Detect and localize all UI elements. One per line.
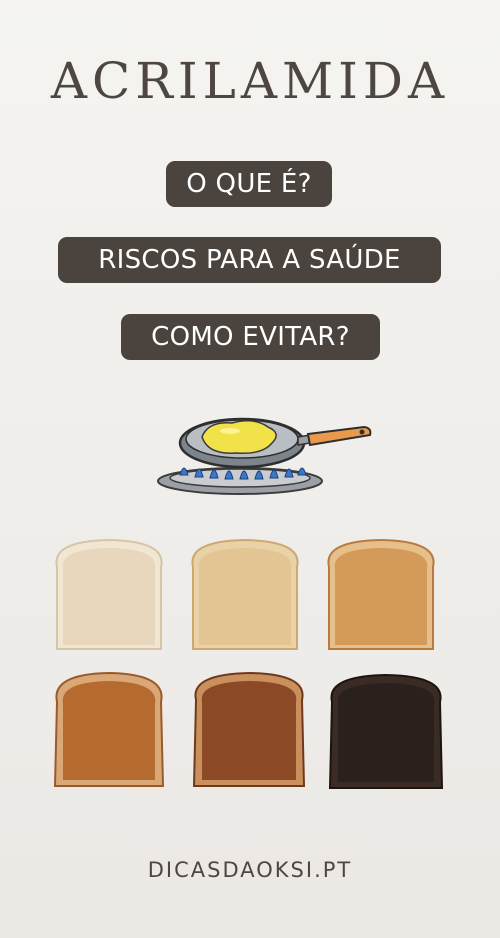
toast-level-3 xyxy=(323,537,439,653)
frying-pan-on-gas-stove-icon xyxy=(150,405,375,500)
website-footer: DICASDAOKSI.PT xyxy=(147,858,353,882)
pill-how-to-avoid: COMO EVITAR? xyxy=(121,314,380,360)
toast-level-6 xyxy=(326,672,444,789)
toast-level-5 xyxy=(190,670,306,787)
toast-level-1 xyxy=(51,537,167,653)
toast-level-4 xyxy=(51,670,167,787)
pill-health-risks: RISCOS PARA A SAÚDE xyxy=(58,237,441,283)
page-title: ACRILAMIDA xyxy=(50,52,450,110)
pill-what-is: O QUE É? xyxy=(166,161,332,207)
toast-level-2 xyxy=(187,537,303,653)
